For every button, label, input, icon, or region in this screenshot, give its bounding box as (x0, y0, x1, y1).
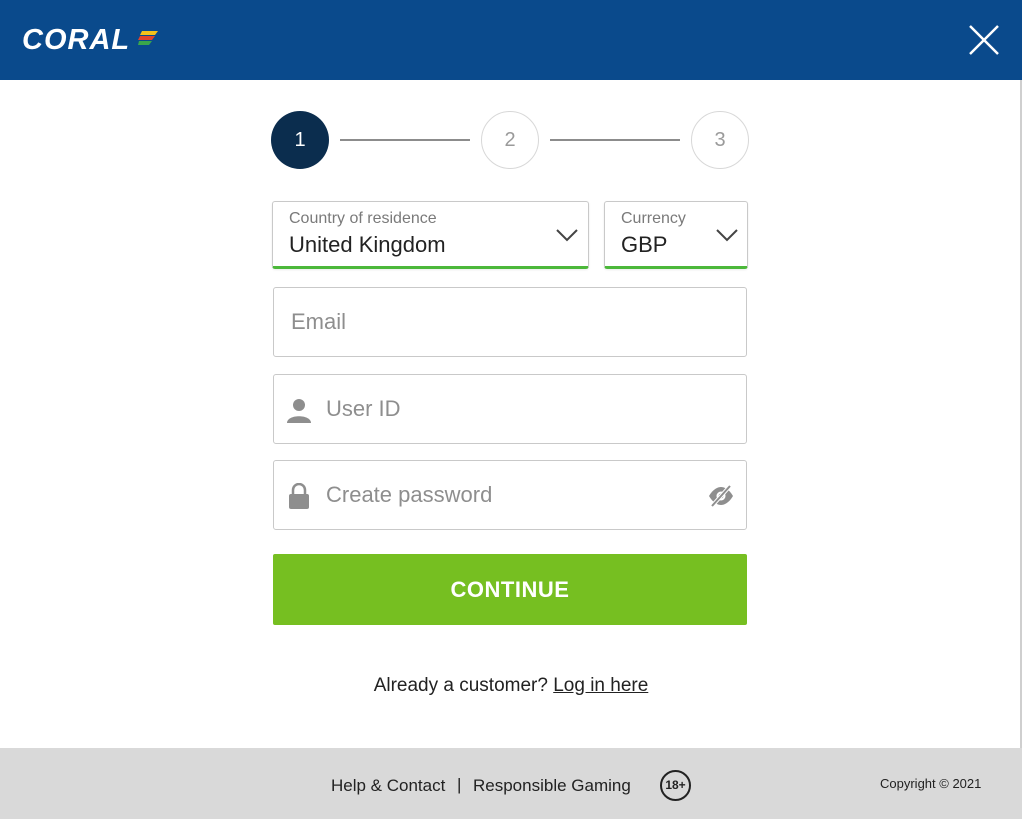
email-field[interactable] (291, 288, 731, 356)
login-link[interactable]: Log in here (553, 675, 648, 696)
lock-icon (289, 483, 309, 509)
logo-flag-icon (138, 31, 158, 45)
header-bar: CORAL (0, 0, 1022, 80)
help-contact-link[interactable]: Help & Contact (331, 776, 445, 796)
step-connector (550, 139, 680, 141)
footer-bar: Help & Contact | Responsible Gaming 18+ … (0, 748, 1022, 819)
close-icon[interactable] (966, 22, 1002, 58)
password-field-container (273, 460, 747, 530)
country-label: Country of residence (289, 210, 437, 227)
responsible-gaming-link[interactable]: Responsible Gaming (473, 776, 631, 796)
login-prompt-text: Already a customer? (373, 675, 548, 696)
step-1-indicator: 1 (271, 111, 329, 169)
currency-select[interactable]: Currency GBP (604, 201, 748, 269)
country-select[interactable]: Country of residence United Kingdom (272, 201, 589, 269)
copyright-text: Copyright © 2021 (880, 776, 982, 791)
user-id-field-container (273, 374, 747, 444)
chevron-down-icon (556, 229, 578, 242)
email-field-container (273, 287, 747, 357)
currency-value: GBP (621, 232, 668, 257)
continue-button[interactable]: CONTINUE (273, 554, 747, 625)
footer-separator: | (457, 775, 462, 794)
eye-slash-icon[interactable] (708, 485, 734, 507)
signup-dialog: CORAL 1 2 3 Country of residence United … (0, 0, 1022, 819)
user-icon (287, 399, 311, 423)
step-2-indicator: 2 (481, 111, 539, 169)
coral-logo: CORAL (22, 24, 131, 56)
currency-label: Currency (621, 210, 686, 227)
step-3-indicator: 3 (691, 111, 749, 169)
age-restriction-badge: 18+ (660, 770, 691, 801)
user-id-input[interactable] (326, 375, 731, 443)
login-prompt-row: Already a customer? Log in here (0, 675, 1022, 697)
country-value: United Kingdom (289, 232, 446, 257)
create-password-input[interactable] (326, 461, 696, 529)
chevron-down-icon (716, 229, 738, 242)
step-connector (340, 139, 470, 141)
